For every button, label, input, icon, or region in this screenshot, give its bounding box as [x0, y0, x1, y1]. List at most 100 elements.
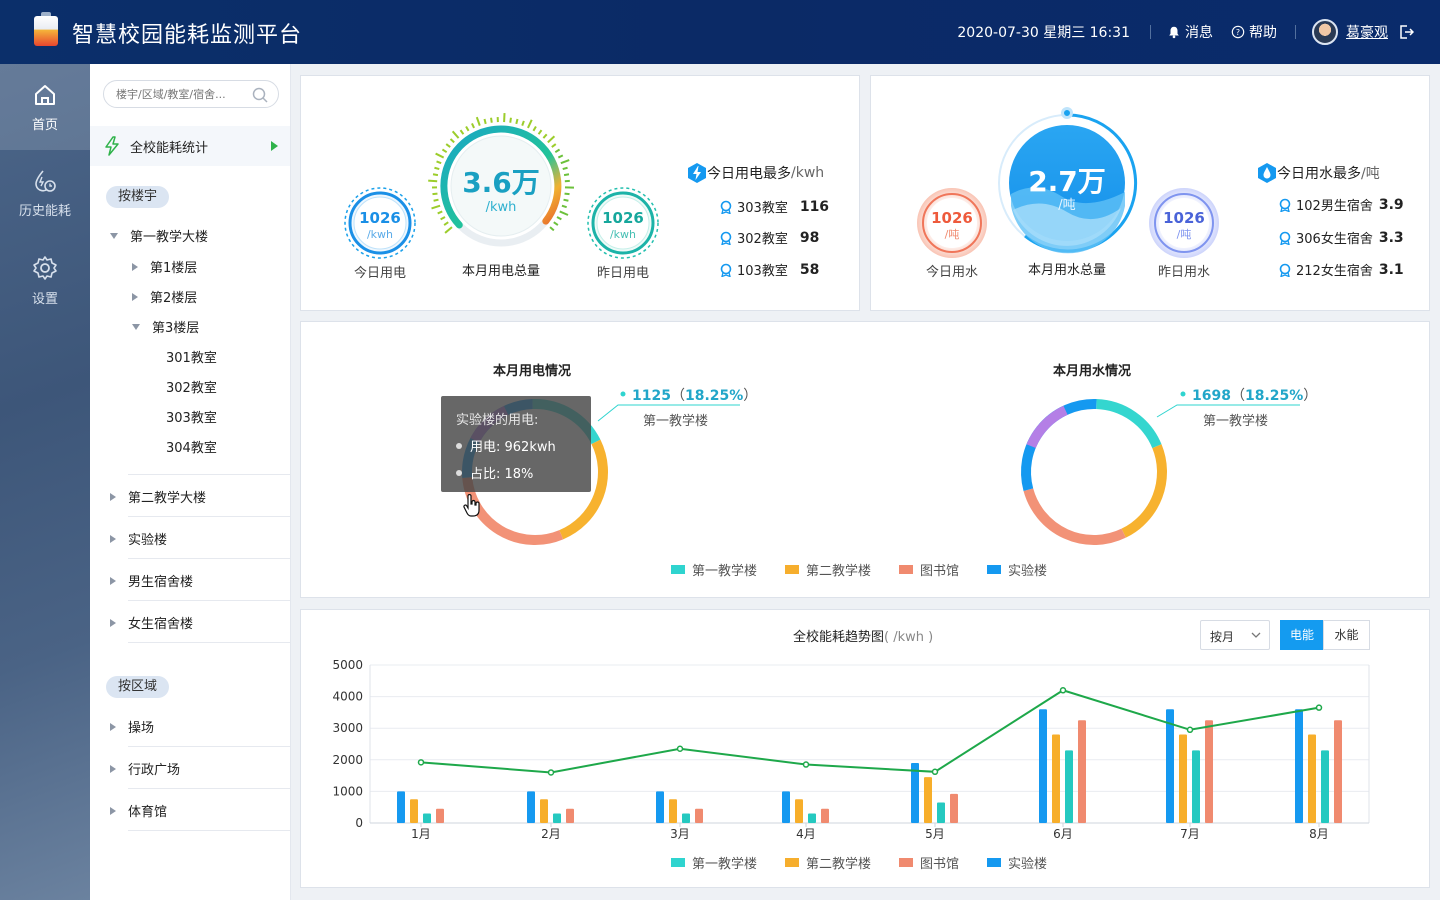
period-select[interactable]: 按月: [1200, 620, 1270, 650]
left-nav: 首页 历史能耗 设置: [0, 64, 90, 900]
legend-item[interactable]: 第二教学楼: [785, 853, 871, 872]
tree-node-floor[interactable]: 第1楼层: [132, 257, 197, 276]
gauge-tick: [465, 125, 470, 132]
tree-node-room[interactable]: 302教室: [166, 377, 217, 396]
legend-label: 第二教学楼: [806, 564, 872, 579]
water-summary-panel: 1026 /吨 今日用水 2.7万 /吨 本月用水总量 1026 /吨 昨日用水…: [870, 75, 1430, 311]
battery-logo-icon: [32, 12, 60, 46]
gauge-tick: [557, 154, 564, 159]
legend-item[interactable]: 图书馆: [899, 853, 959, 872]
legend-item[interactable]: 第二教学楼: [785, 560, 871, 579]
rank-name: 302教室: [737, 232, 788, 247]
legend-swatch: [899, 858, 914, 867]
bullet-dot: [456, 469, 462, 476]
legend-item[interactable]: 第一教学楼: [671, 560, 757, 579]
messages-link[interactable]: 消息: [1167, 22, 1213, 42]
nav-settings-label: 设置: [31, 292, 58, 307]
node-label: 男生宿舍楼: [128, 575, 194, 590]
home-icon: [35, 85, 55, 105]
svg-text:?: ?: [1236, 28, 1240, 37]
caret-right-icon: [110, 619, 116, 627]
tab-electric[interactable]: 电能: [1280, 620, 1324, 650]
legend-swatch: [671, 565, 685, 574]
tooltip-row: 占比: 18%: [456, 463, 576, 482]
medal-icon: [1279, 198, 1291, 212]
avatar[interactable]: [1312, 19, 1338, 45]
rank-name: 102男生宿舍: [1296, 199, 1373, 214]
water-drop-hexagon-icon: [1258, 163, 1276, 183]
search-input[interactable]: [116, 81, 256, 107]
tree-node-building[interactable]: 男生宿舍楼: [110, 571, 193, 590]
nav-home[interactable]: 首页: [0, 64, 90, 150]
lightning-icon: [105, 136, 119, 156]
legend-swatch: [987, 858, 1002, 867]
legend-item[interactable]: 实验楼: [987, 560, 1047, 579]
legend-item[interactable]: 第一教学楼: [671, 853, 757, 872]
logout-icon[interactable]: [1398, 24, 1414, 40]
node-label: 第二教学大楼: [128, 491, 207, 506]
tree-node-area[interactable]: 操场: [110, 717, 154, 736]
rank-row: 102男生宿舍 3.9: [1278, 195, 1404, 214]
divider: [1295, 25, 1296, 39]
tree-node-building[interactable]: 实验楼: [110, 529, 167, 548]
legend-item[interactable]: 图书馆: [899, 560, 959, 579]
nav-settings[interactable]: 设置: [0, 236, 90, 322]
tree-item-label: 全校能耗统计: [130, 140, 209, 156]
tree-item-school-total[interactable]: 全校能耗统计: [90, 126, 290, 166]
yesterday-electric-label: 昨日用电: [596, 266, 649, 281]
history-energy-icon: [35, 170, 56, 192]
node-label: 第2楼层: [150, 291, 198, 306]
gauge-tick: [490, 117, 493, 123]
legend-label: 第二教学楼: [806, 857, 872, 872]
play-arrow-icon: [271, 141, 278, 151]
electric-rank-title: 今日用电最多/kwh: [687, 162, 824, 184]
rank-name: 212女生宿舍: [1296, 264, 1373, 279]
tab-water[interactable]: 水能: [1323, 620, 1370, 650]
caret-right-icon: [110, 535, 116, 543]
help-link[interactable]: ? 帮助: [1231, 22, 1277, 42]
tree-node-area[interactable]: 行政广场: [110, 759, 180, 778]
tree-node-room[interactable]: 301教室: [166, 347, 217, 366]
search-icon[interactable]: [252, 87, 268, 103]
tree-node-building[interactable]: 第二教学大楼: [110, 487, 206, 506]
today-water-label: 今日用水: [925, 265, 978, 280]
rank-value: 98: [799, 229, 820, 246]
gauge-tick: [428, 179, 438, 183]
gauge-tick: [559, 210, 569, 216]
medal-icon: [1279, 231, 1291, 245]
yesterday-water-value: 1026: [1163, 209, 1205, 227]
tree-node-building[interactable]: 第一教学大楼: [110, 226, 208, 245]
tree-node-floor[interactable]: 第2楼层: [132, 287, 197, 306]
tree-node-area[interactable]: 体育馆: [110, 801, 167, 820]
nav-history[interactable]: 历史能耗: [0, 150, 90, 236]
legend-item[interactable]: 实验楼: [987, 853, 1047, 872]
gauge-tick: [432, 173, 439, 177]
messages-label: 消息: [1185, 25, 1213, 41]
legend-label: 第一教学楼: [692, 564, 758, 579]
gauge-tick: [509, 117, 512, 123]
caret-right-icon: [110, 765, 116, 773]
rank-name: 306女生宿舍: [1296, 232, 1373, 247]
rank-row: 103教室 58: [719, 260, 819, 279]
callout-percent: 18.25%: [684, 388, 744, 404]
gauge-tick: [434, 166, 440, 171]
callout-number: 1698: [1192, 388, 1231, 404]
tree-node-room[interactable]: 303教室: [166, 407, 217, 426]
legend-label: 第一教学楼: [692, 857, 758, 872]
tree-node-room[interactable]: 304教室: [166, 437, 217, 456]
chevron-down-icon: [1251, 632, 1261, 638]
tree-node-building[interactable]: 女生宿舍楼: [110, 613, 193, 632]
gauge-tick: [445, 143, 451, 148]
period-select-value: 按月: [1210, 630, 1235, 644]
top-header: 智慧校园能耗监测平台 2020-07-30 星期三 16:31 消息 ? 帮助 …: [0, 0, 1440, 64]
tree-node-floor[interactable]: 第3楼层: [132, 317, 199, 336]
chart-tooltip: 实验楼的用电: 用电: 962kwh 占比: 18%: [441, 396, 591, 492]
gauge-tick: [432, 192, 438, 196]
hand-cursor-icon: [463, 494, 480, 517]
legend-swatch: [899, 565, 914, 574]
gauge-tick: [431, 204, 441, 210]
legend-swatch: [785, 565, 800, 574]
node-label: 第一教学大楼: [130, 230, 209, 245]
electric-callout-value: 1125（18.25%）: [632, 388, 758, 404]
user-name-link[interactable]: 葛豪观: [1346, 22, 1388, 42]
